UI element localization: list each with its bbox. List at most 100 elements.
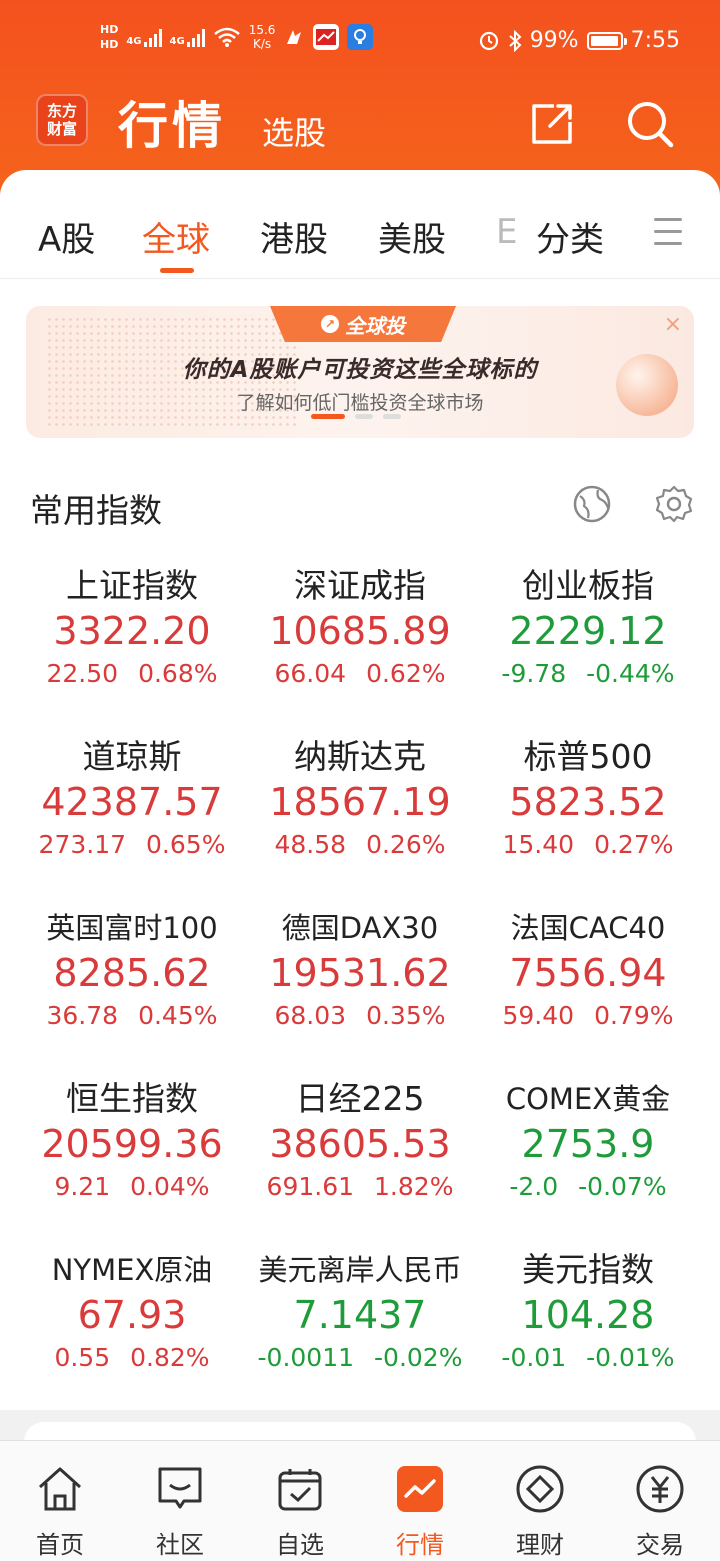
index-card[interactable]: 纳斯达克 18567.19 48.58 0.26%	[246, 737, 474, 908]
index-name: 深证成指	[294, 566, 426, 605]
menu-icon[interactable]	[654, 218, 682, 254]
app-logo[interactable]: 东方 财富	[36, 94, 88, 146]
index-name: 英国富时100	[46, 911, 218, 945]
index-change-percent: 0.35%	[366, 1001, 446, 1030]
index-change-percent: 0.79%	[594, 1001, 674, 1030]
index-change: -9.78	[501, 659, 567, 688]
share-button[interactable]	[522, 94, 582, 154]
gear-icon	[655, 485, 693, 523]
nav-community[interactable]: 社区	[120, 1451, 240, 1560]
index-name: 道琼斯	[82, 737, 182, 776]
nav-home[interactable]: 首页	[0, 1451, 120, 1560]
tab-hk-stocks[interactable]: 港股	[260, 212, 328, 261]
banner-badge: ↗ 全球投	[270, 306, 456, 342]
index-price: 67.93	[77, 1293, 187, 1337]
market-tabs: A股 全球 港股 美股 E 分类	[0, 170, 720, 279]
index-price: 19531.62	[269, 951, 451, 995]
index-change: -0.0011	[257, 1343, 355, 1372]
index-name: COMEX黄金	[505, 1082, 671, 1116]
tab-a-shares[interactable]: A股	[38, 212, 95, 261]
index-change: 59.40	[502, 1001, 575, 1030]
index-name: 纳斯达克	[294, 737, 426, 776]
index-change: 48.58	[274, 830, 347, 859]
index-card[interactable]: 日经225 38605.53 691.61 1.82%	[246, 1079, 474, 1250]
index-change: 691.61	[266, 1172, 355, 1201]
nav-market[interactable]: 行情	[360, 1451, 480, 1560]
index-price: 10685.89	[269, 609, 451, 653]
index-change: 22.50	[46, 659, 119, 688]
index-change-percent: 0.27%	[594, 830, 674, 859]
close-icon[interactable]: ×	[664, 312, 682, 337]
search-button[interactable]	[620, 94, 680, 154]
nav-market-label: 行情	[396, 1531, 444, 1559]
app-notification-icon	[347, 24, 374, 50]
index-change-row: 15.40 0.27%	[474, 827, 702, 863]
index-card[interactable]: 创业板指 2229.12 -9.78 -0.44%	[474, 566, 702, 737]
app-notification-icon	[287, 30, 302, 44]
nav-trade-label: 交易	[636, 1531, 684, 1559]
index-price: 7556.94	[509, 951, 667, 995]
network-speed: 15.6 K/s	[248, 23, 276, 51]
index-card[interactable]: 德国DAX30 19531.62 68.03 0.35%	[246, 908, 474, 1079]
promo-banner[interactable]: ↗ 全球投 你的A股账户可投资这些全球标的 了解如何低门槛投资全球市场 ×	[26, 306, 694, 438]
index-card[interactable]: 法国CAC40 7556.94 59.40 0.79%	[474, 908, 702, 1079]
index-card[interactable]: 深证成指 10685.89 66.04 0.62%	[246, 566, 474, 737]
index-name: 上证指数	[66, 566, 198, 605]
index-card[interactable]: 上证指数 3322.20 22.50 0.68%	[18, 566, 246, 737]
index-card[interactable]: 美元指数 104.28 -0.01 -0.01%	[474, 1250, 702, 1421]
index-change-row: 22.50 0.68%	[18, 656, 246, 692]
banner-subtitle: 了解如何低门槛投资全球市场	[236, 392, 484, 414]
index-price: 5823.52	[509, 780, 667, 824]
tab-etf-partial[interactable]: E	[496, 212, 517, 252]
index-card[interactable]: COMEX黄金 2753.9 -2.0 -0.07%	[474, 1079, 702, 1250]
index-change-percent: -0.01%	[586, 1343, 675, 1372]
globe-button[interactable]	[572, 484, 612, 524]
tab-category[interactable]: 分类	[536, 212, 604, 261]
index-change-percent: 0.65%	[146, 830, 226, 859]
nav-wealth[interactable]: 理财	[480, 1451, 600, 1560]
index-change-row: 66.04 0.62%	[246, 656, 474, 692]
index-card[interactable]: 英国富时100 8285.62 36.78 0.45%	[18, 908, 246, 1079]
settings-button[interactable]	[654, 484, 694, 524]
stock-picker-link[interactable]: 选股	[262, 108, 326, 154]
battery-icon	[586, 31, 627, 50]
index-change-row: 691.61 1.82%	[246, 1169, 474, 1205]
index-card[interactable]: 标普500 5823.52 15.40 0.27%	[474, 737, 702, 908]
index-change-percent: -0.07%	[578, 1172, 667, 1201]
index-price: 3322.20	[53, 609, 211, 653]
nav-trade[interactable]: 交易	[600, 1451, 720, 1560]
tab-us-stocks[interactable]: 美股	[378, 212, 446, 261]
battery-percent: 99%	[529, 28, 579, 53]
index-name: 美元离岸人民币	[258, 1253, 462, 1287]
index-card[interactable]: 恒生指数 20599.36 9.21 0.04%	[18, 1079, 246, 1250]
index-price: 7.1437	[293, 1293, 427, 1337]
index-price: 20599.36	[41, 1122, 223, 1166]
index-change: 66.04	[274, 659, 347, 688]
index-name: 德国DAX30	[281, 911, 439, 945]
signal-icon: 4G	[170, 27, 205, 47]
index-price: 2229.12	[509, 609, 667, 653]
index-name: 日经225	[295, 1079, 425, 1118]
bluetooth-icon	[509, 29, 522, 52]
index-change: 9.21	[54, 1172, 111, 1201]
globe-icon	[573, 485, 611, 523]
share-icon	[532, 104, 572, 144]
market-icon	[397, 1466, 443, 1512]
index-name: 创业板指	[522, 566, 654, 605]
clock: 7:55	[630, 28, 680, 53]
index-name: 法国CAC40	[510, 911, 666, 945]
index-change-row: 273.17 0.65%	[18, 827, 246, 863]
index-name: NYMEX原油	[51, 1253, 213, 1287]
index-change-row: -0.01 -0.01%	[474, 1340, 702, 1376]
index-change-percent: 0.26%	[366, 830, 446, 859]
index-card[interactable]: 道琼斯 42387.57 273.17 0.65%	[18, 737, 246, 908]
index-change-percent: 0.68%	[138, 659, 218, 688]
index-card[interactable]: NYMEX原油 67.93 0.55 0.82%	[18, 1250, 246, 1421]
index-change: 68.03	[274, 1001, 347, 1030]
nav-watchlist[interactable]: 自选	[240, 1451, 360, 1560]
index-change-row: 0.55 0.82%	[18, 1340, 246, 1376]
index-card[interactable]: 美元离岸人民币 7.1437 -0.0011 -0.02%	[246, 1250, 474, 1421]
tab-global[interactable]: 全球	[142, 212, 210, 261]
brand-mark-icon: ↗	[321, 315, 339, 333]
status-bar: HD HD 4G 4G 15.6 K/s 99% 7:55	[0, 0, 720, 80]
